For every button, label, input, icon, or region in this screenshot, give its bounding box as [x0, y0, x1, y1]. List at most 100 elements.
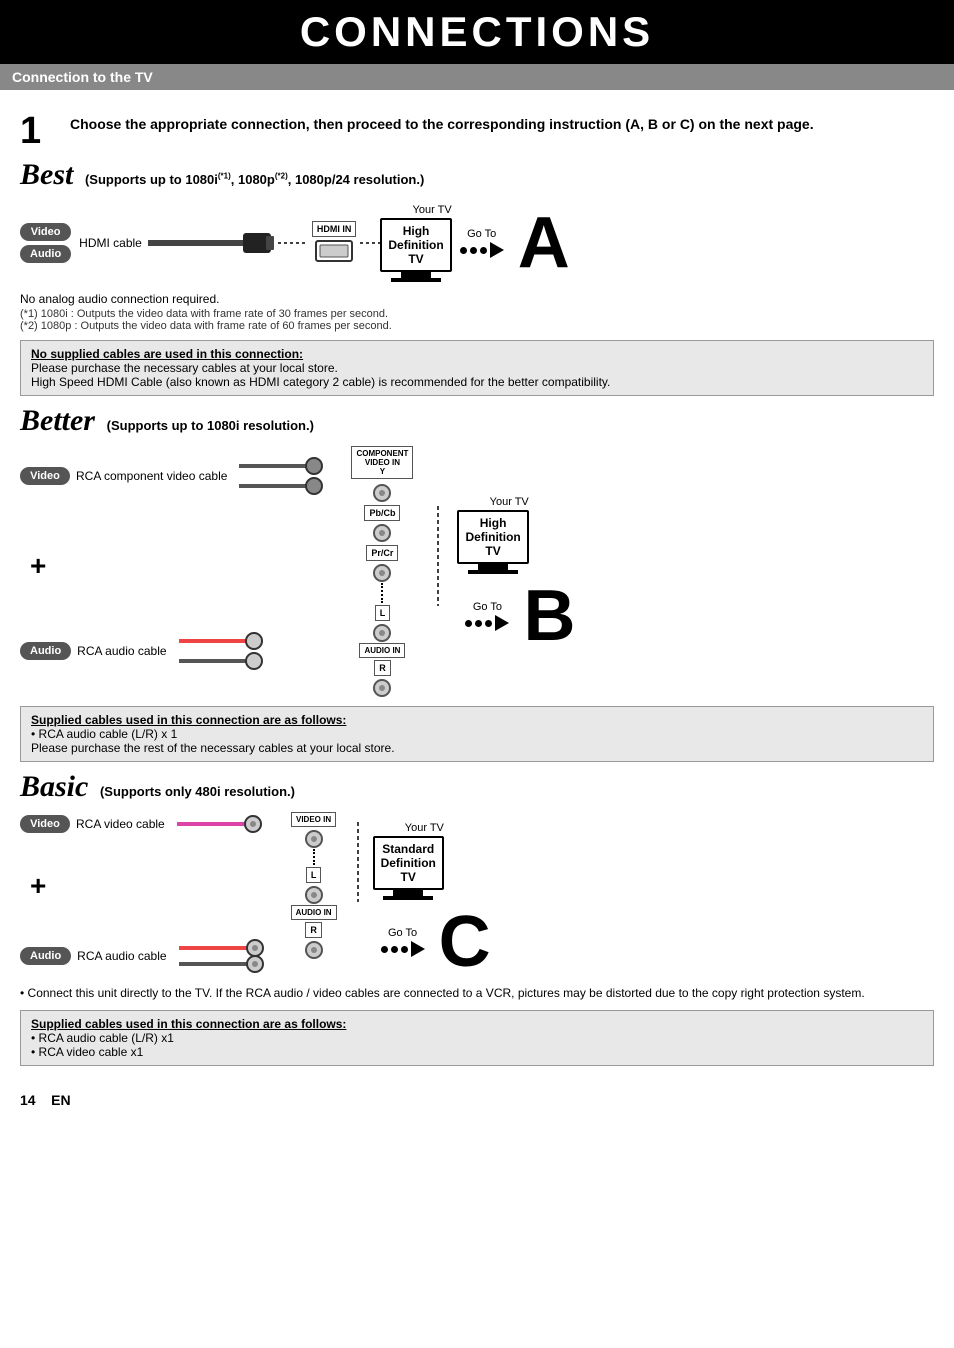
better-diagram: Video RCA component video cable + Audio … [20, 446, 934, 698]
pb-cb-label: Pb/Cb [364, 505, 400, 521]
better-audio-in-label: AUDIO IN [359, 643, 405, 658]
basic-audio-cable-svg [179, 936, 279, 976]
best-your-tv: Your TV [413, 204, 452, 216]
basic-quality-row: Basic (Supports only 480i resolution.) [20, 770, 934, 804]
better-infobox: Supplied cables used in this connection … [20, 706, 934, 762]
better-quality-row: Better (Supports up to 1080i resolution.… [20, 404, 934, 438]
best-goto-area: Go To [460, 228, 504, 258]
basic-audio-r: R [305, 922, 322, 938]
best-tv-container: Your TV High Definition TV [380, 204, 451, 282]
hdmi-port-svg [312, 237, 356, 265]
port-pr-svg [367, 563, 397, 583]
basic-goto-row: Go To C [373, 906, 491, 978]
best-label: Best [20, 158, 73, 191]
best-badge-stack: Video Audio [20, 223, 71, 263]
basic-audio-cable: RCA audio cable [77, 949, 166, 963]
better-audio-l-label: L [375, 605, 391, 621]
best-dots-arrow [460, 242, 504, 258]
best-subtitle: (Supports up to 1080i(*1), 1080p(*2), 10… [85, 172, 424, 187]
better-infobox-title: Supplied cables used in this connection … [31, 713, 923, 727]
page-lang: EN [51, 1092, 70, 1108]
basic-audio-l: L [306, 867, 322, 883]
better-dots-arrow [465, 615, 509, 631]
pr-cr-label: Pr/Cr [366, 545, 398, 561]
basic-dotted-sep [313, 849, 315, 865]
dot3 [480, 247, 487, 254]
better-video-cable: RCA component video cable [76, 469, 227, 483]
better-left: Video RCA component video cable + Audio … [20, 446, 339, 676]
better-video-row: Video RCA component video cable [20, 446, 339, 506]
basic-dotted-line [343, 812, 373, 905]
page-footer: 14 EN [0, 1084, 954, 1116]
basic-audio-row: Audio RCA audio cable [20, 936, 279, 976]
basic-infobox-line1: • RCA audio cable (L/R) x1 [31, 1031, 923, 1045]
port-pb-svg [367, 523, 397, 543]
better-audio-cable: RCA audio cable [77, 644, 166, 658]
better-right: Your TV High Definition TV Go To [457, 446, 575, 652]
basic-video-port-svg [299, 829, 329, 849]
step-row: 1 Choose the appropriate connection, the… [20, 112, 934, 150]
better-video-badge: Video [20, 467, 70, 485]
best-audio-badge: Audio [20, 245, 71, 263]
better-label: Better [20, 404, 95, 437]
port-y-svg [367, 483, 397, 503]
best-infobox: No supplied cables are used in this conn… [20, 340, 934, 396]
hdmi-cable-svg [148, 225, 278, 261]
basic-infobox-line2: • RCA video cable x1 [31, 1045, 923, 1059]
basic-tv-base [383, 896, 433, 900]
best-infobox-line1: Please purchase the necessary cables at … [31, 361, 923, 375]
step-text: Choose the appropriate connection, then … [70, 112, 814, 132]
best-infobox-line2: High Speed HDMI Cable (also known as HDM… [31, 375, 923, 389]
better-goto-area: Go To [465, 601, 509, 631]
best-letter: A [518, 207, 570, 279]
basic-audio-l-svg [299, 885, 329, 905]
page-header: CONNECTIONS [0, 0, 954, 64]
rca-video-cable-svg [239, 446, 339, 506]
hdmi-in-label: HDMI IN [312, 221, 357, 237]
better-ports: COMPONENTVIDEO INY Pb/Cb Pr/Cr L [351, 446, 413, 698]
component-video-label: COMPONENTVIDEO INY [351, 446, 413, 479]
basic-infobox: Supplied cables used in this connection … [20, 1010, 934, 1066]
basic-audio-r-svg [299, 940, 329, 960]
page-title: CONNECTIONS [0, 8, 954, 56]
basic-tv-screen: Standard Definition TV [373, 836, 444, 890]
port-audio-l-svg [367, 623, 397, 643]
tv-base [391, 278, 441, 282]
basic-video-cable: RCA video cable [76, 817, 165, 831]
basic-right: Your TV Standard Definition TV Go To [373, 812, 491, 978]
basic-letter: C [439, 906, 491, 978]
better-infobox-line2: Please purchase the rest of the necessar… [31, 741, 923, 755]
best-note: No analog audio connection required. [20, 292, 934, 306]
best-infobox-title: No supplied cables are used in this conn… [31, 347, 923, 361]
better-tv-screen: High Definition TV [457, 510, 528, 564]
basic-note: • Connect this unit directly to the TV. … [20, 986, 934, 1000]
basic-left: Video RCA video cable + Audio RCA audio … [20, 812, 279, 976]
best-quality-row: Best (Supports up to 1080i(*1), 1080p(*2… [20, 158, 934, 192]
dots2-best [360, 238, 380, 248]
better-your-tv: Your TV [490, 496, 529, 508]
basic-diagram: Video RCA video cable + Audio RCA audio … [20, 812, 934, 978]
dot2 [470, 247, 477, 254]
better-tv-base [468, 570, 518, 574]
better-dotted [423, 446, 453, 606]
better-plus: + [30, 550, 339, 582]
basic-subtitle: (Supports only 480i resolution.) [100, 784, 295, 799]
best-diagram: Video Audio HDMI cable HDMI IN [20, 200, 934, 286]
basic-video-in-label: VIDEO IN [291, 812, 336, 827]
content-area: 1 Choose the appropriate connection, the… [0, 90, 954, 1084]
port-audio-r-svg [367, 678, 397, 698]
dot1 [460, 247, 467, 254]
better-infobox-line1: • RCA audio cable (L/R) x 1 [31, 727, 923, 741]
better-dotted-sep [381, 583, 383, 603]
hdmi-port-area: HDMI IN [312, 221, 357, 265]
dots-line-best [278, 238, 308, 248]
best-footnote2: (*2) 1080p : Outputs the video data with… [20, 320, 934, 332]
basic-ports: VIDEO IN L AUDIO IN R [291, 812, 337, 960]
rca-audio-cable-svg [179, 626, 279, 676]
basic-video-cable-svg [177, 812, 277, 836]
better-audio-badge: Audio [20, 642, 71, 660]
better-subtitle: (Supports up to 1080i resolution.) [107, 418, 314, 433]
basic-goto-area: Go To [381, 927, 425, 957]
best-tv-screen: High Definition TV [380, 218, 451, 272]
basic-tv-container: Your TV Standard Definition TV [373, 822, 444, 900]
